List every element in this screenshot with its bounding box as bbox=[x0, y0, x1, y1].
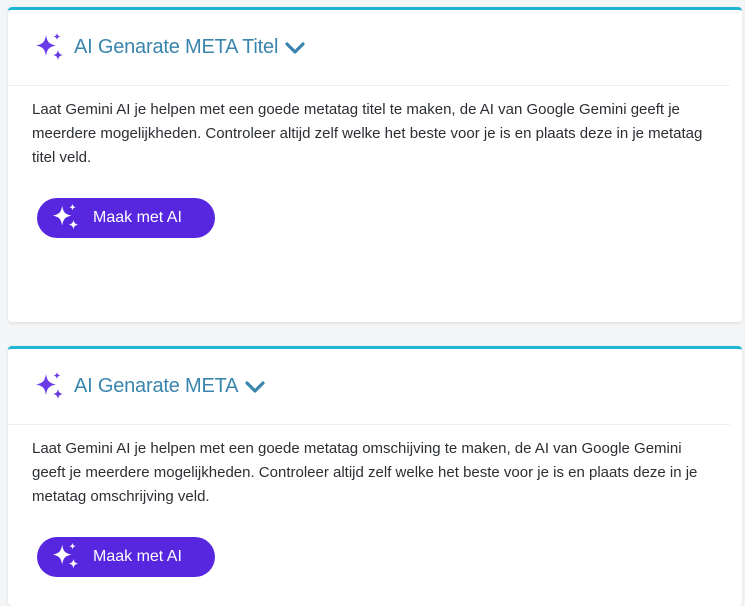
sparkle-icon bbox=[32, 31, 66, 65]
card-title[interactable]: AI Genarate META Titel bbox=[74, 36, 278, 59]
make-with-ai-button[interactable]: Maak met AI bbox=[37, 537, 215, 577]
button-label: Maak met AI bbox=[93, 209, 182, 226]
sparkle-icon bbox=[49, 202, 81, 234]
make-with-ai-button[interactable]: Maak met AI bbox=[37, 198, 215, 238]
card-body: Laat Gemini AI je helpen met een goede m… bbox=[8, 86, 742, 238]
card-header[interactable]: AI Genarate META Titel bbox=[8, 10, 730, 86]
card-title[interactable]: AI Genarate META bbox=[74, 375, 238, 398]
card-description: Laat Gemini AI je helpen met een goede m… bbox=[32, 440, 698, 505]
ai-meta-title-card: AI Genarate META Titel Laat Gemini AI je… bbox=[8, 7, 742, 322]
card-description: Laat Gemini AI je helpen met een goede m… bbox=[32, 101, 703, 166]
card-body: Laat Gemini AI je helpen met een goede m… bbox=[8, 425, 742, 577]
chevron-down-icon[interactable] bbox=[284, 40, 306, 56]
sparkle-icon bbox=[49, 541, 81, 573]
chevron-down-icon[interactable] bbox=[244, 379, 266, 395]
button-label: Maak met AI bbox=[93, 548, 182, 565]
card-header[interactable]: AI Genarate META bbox=[8, 349, 730, 425]
ai-meta-description-card: AI Genarate META Laat Gemini AI je helpe… bbox=[8, 346, 742, 606]
sparkle-icon bbox=[32, 370, 66, 404]
